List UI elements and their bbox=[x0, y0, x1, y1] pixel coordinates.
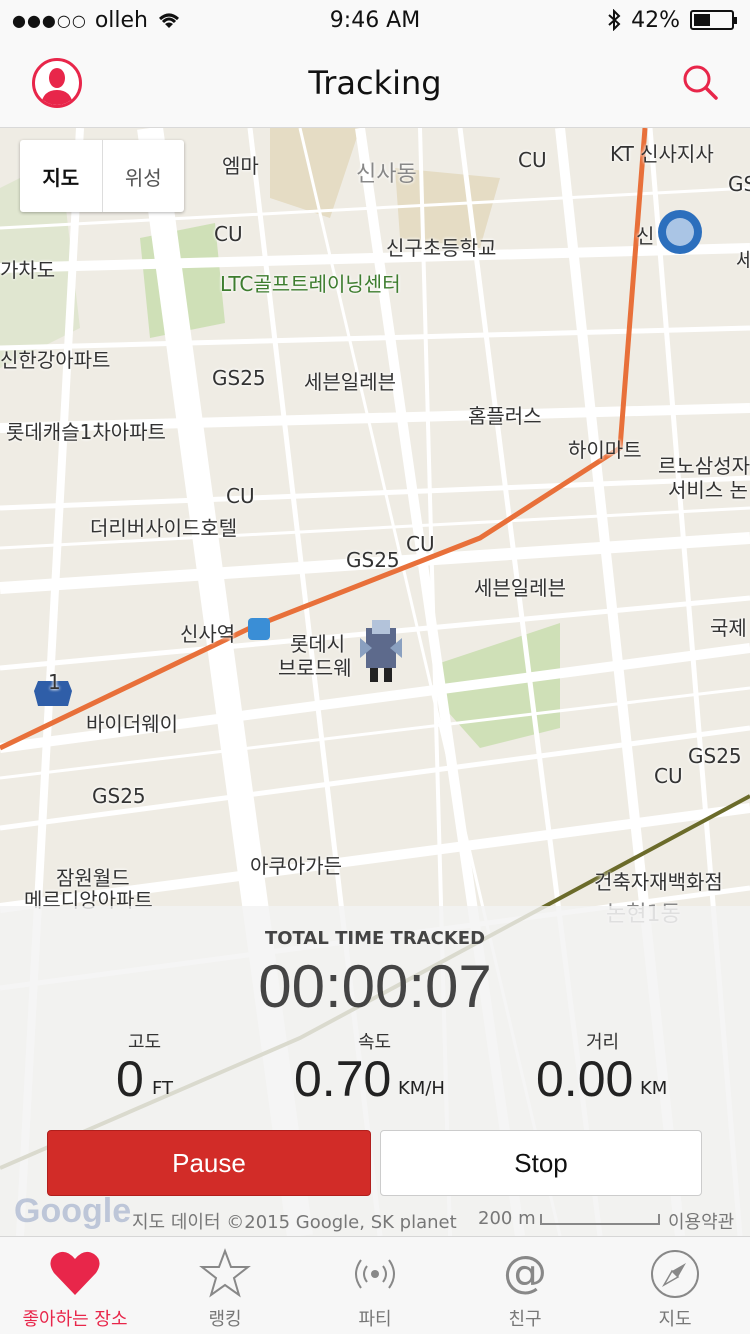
terms-link[interactable]: 이용약관 bbox=[668, 1208, 734, 1234]
altitude-unit: FT bbox=[152, 1078, 174, 1099]
map-label: GS bbox=[728, 172, 750, 196]
map-label: 브로드웨 bbox=[278, 656, 352, 680]
distance-unit: KM bbox=[640, 1078, 668, 1099]
google-logo: Google bbox=[14, 1192, 132, 1230]
map-label: 신 bbox=[636, 224, 655, 248]
map-label: 신한강아파트 bbox=[0, 348, 111, 372]
map-label: 신사역 bbox=[180, 622, 236, 646]
map-label: 바이더웨이 bbox=[86, 712, 178, 736]
status-bar: ●●●○○ olleh 9:46 AM 42% bbox=[0, 0, 750, 40]
map-label: 세븐일레븐 bbox=[474, 576, 566, 600]
bluetooth-icon bbox=[608, 9, 621, 31]
map-label: 가차도 bbox=[0, 258, 56, 282]
search-icon[interactable] bbox=[680, 62, 720, 102]
map-toggle-map[interactable]: 지도 bbox=[20, 140, 103, 212]
stop-button[interactable]: Stop bbox=[380, 1130, 702, 1196]
map-label: 하이마트 bbox=[568, 438, 642, 462]
tab-label: 좋아하는 장소 bbox=[22, 1309, 128, 1330]
map-label: GS25 bbox=[688, 744, 742, 768]
map-label: CU bbox=[226, 484, 255, 508]
map-label: 홈플러스 bbox=[468, 404, 542, 428]
page-title: Tracking bbox=[308, 64, 442, 102]
tab-label: 파티 bbox=[358, 1309, 392, 1330]
tab-friends[interactable]: @ 친구 bbox=[450, 1237, 600, 1334]
map-label: 엠마 bbox=[222, 154, 259, 178]
distance-value: 0.00 bbox=[536, 1051, 634, 1107]
tab-ranking[interactable]: 랭킹 bbox=[150, 1237, 300, 1334]
at-icon: @ bbox=[503, 1247, 547, 1298]
map-attribution: 지도 데이터 ©2015 Google, SK planet bbox=[132, 1212, 457, 1233]
tab-label: 친구 bbox=[508, 1309, 542, 1330]
tab-favorites[interactable]: 좋아하는 장소 bbox=[0, 1237, 150, 1334]
map-label: GS25 bbox=[346, 548, 400, 572]
map-label: GS25 bbox=[212, 366, 266, 390]
total-time-label: TOTAL TIME TRACKED bbox=[264, 928, 486, 949]
tab-bar: 좋아하는 장소 랭킹 파티 @ 친구 지도 bbox=[0, 1236, 750, 1334]
battery-icon bbox=[690, 10, 737, 30]
tracking-panel: TOTAL TIME TRACKED 00:00:07 고도 0 FT 속도 0… bbox=[0, 906, 750, 1236]
map-label: 세 bbox=[736, 248, 750, 272]
map-label: 국제 bbox=[710, 616, 747, 640]
scale-bar-icon bbox=[540, 1214, 660, 1225]
tab-map[interactable]: 지도 bbox=[600, 1237, 750, 1334]
map-label: 서비스 논 bbox=[668, 478, 748, 502]
speed-value: 0.70 bbox=[294, 1051, 392, 1107]
elapsed-timer: 00:00:07 bbox=[258, 953, 492, 1020]
star-icon bbox=[199, 1248, 251, 1298]
tab-label: 지도 bbox=[658, 1309, 692, 1330]
map-label: 더리버사이드호텔 bbox=[90, 516, 238, 540]
map-label: KT 신사지사 bbox=[610, 142, 714, 166]
tab-label: 랭킹 bbox=[208, 1309, 242, 1330]
battery-percent: 42% bbox=[631, 7, 680, 33]
map-toggle-satellite[interactable]: 위성 bbox=[103, 140, 185, 212]
status-right: 42% bbox=[607, 7, 737, 33]
altitude-value: 0 bbox=[116, 1051, 144, 1107]
map-scale: 200 m bbox=[478, 1208, 536, 1229]
map-label: GS25 bbox=[92, 784, 146, 808]
map-label: LTC골프트레이닝센터 bbox=[220, 272, 401, 296]
nav-bar: Tracking bbox=[0, 40, 750, 128]
map-label: 신사동 bbox=[356, 162, 417, 187]
map-route-badge: 1 bbox=[48, 670, 61, 694]
compass-icon bbox=[651, 1250, 699, 1298]
pause-button[interactable]: Pause bbox=[47, 1130, 371, 1196]
speed-unit: KM/H bbox=[398, 1078, 445, 1099]
map-label: 건축자재백화점 bbox=[594, 870, 723, 894]
svg-text:@: @ bbox=[503, 1247, 547, 1298]
tab-party[interactable]: 파티 bbox=[300, 1237, 450, 1334]
map-label: CU bbox=[214, 222, 243, 246]
map-label: CU bbox=[406, 532, 435, 556]
map-label: 신구초등학교 bbox=[386, 236, 497, 260]
heart-icon bbox=[50, 1251, 100, 1295]
map-label: 아쿠아가든 bbox=[250, 854, 342, 878]
broadcast-icon bbox=[355, 1259, 395, 1289]
map-type-toggle: 지도 위성 bbox=[20, 140, 184, 212]
map-label: CU bbox=[654, 764, 683, 788]
map-label: CU bbox=[518, 148, 547, 172]
map-label: 롯데캐슬1차아파트 bbox=[6, 420, 166, 444]
map-label: 세븐일레븐 bbox=[304, 370, 396, 394]
